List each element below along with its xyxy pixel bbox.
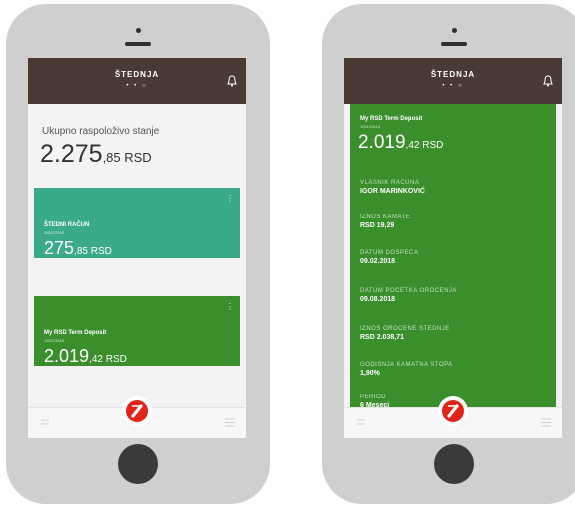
field-label: VLASNIK RAČUNA — [360, 180, 420, 186]
bottom-bar — [344, 396, 562, 438]
deposit-amount-decimal: ,42 RSD — [405, 140, 444, 151]
home-button[interactable] — [434, 444, 474, 484]
deposit-number: 195123818 — [360, 124, 381, 129]
field-value: IGOR MARINKOVIĆ — [360, 188, 425, 195]
bottom-bar — [28, 396, 246, 438]
field-value: RSD 2.038,71 — [360, 334, 404, 341]
app-header: ŠTEDNJA • • ○ — [28, 58, 246, 104]
camera-dot — [136, 28, 141, 33]
menu-icon[interactable] — [224, 418, 236, 427]
deposit-amount-integer: 2.019 — [358, 132, 406, 153]
card-amount-decimal: ,42 RSD — [89, 354, 127, 365]
field-value: RSD 19,29 — [360, 222, 395, 229]
card-amount-decimal: ,85 RSD — [74, 246, 112, 257]
field-value: 09.08.2018 — [360, 296, 396, 303]
screen-deposit-detail: ŠTEDNJA • • ○ My RSD Term Deposit 195123… — [344, 58, 562, 438]
field-label: DATUM DOSPEĆA — [360, 250, 419, 256]
field-value: 1,90% — [360, 370, 380, 377]
phone-frame-left: ŠTEDNJA • • ○ Ukupno raspoloživo stanje … — [6, 4, 270, 504]
page-indicator[interactable]: • • ○ — [344, 83, 562, 89]
card-number: 195123818 — [44, 338, 65, 343]
field-interest-rate: GODIŠNJA KAMATNA STOPA 1,90% — [360, 362, 453, 377]
total-balance-integer: 2.275 — [40, 140, 103, 168]
camera-dot — [452, 28, 457, 33]
deposit-title: My RSD Term Deposit — [360, 116, 423, 122]
field-interest-amount: IZNOS KAMATE RSD 19,29 — [360, 214, 410, 229]
menu-icon[interactable] — [540, 418, 552, 427]
page-indicator[interactable]: • • ○ — [28, 83, 246, 89]
card-title: ŠTEDNI RAČUN — [44, 222, 90, 228]
deposit-detail-card: My RSD Term Deposit 195123818 2.019,42 R… — [350, 104, 556, 409]
speaker-grille — [441, 42, 467, 46]
app-header: ŠTEDNJA • • ○ — [344, 58, 562, 104]
field-account-owner: VLASNIK RAČUNA IGOR MARINKOVIĆ — [360, 180, 425, 195]
app-title: ŠTEDNJA — [430, 70, 476, 79]
back-icon[interactable] — [356, 419, 366, 425]
total-balance-amount: 2.275,85 RSD — [40, 140, 152, 169]
card-number: 195137818 — [44, 230, 65, 235]
field-label: DATUM POČETKA OROČENJA — [360, 288, 457, 294]
field-label: GODIŠNJA KAMATNA STOPA — [360, 362, 453, 368]
field-deposit-amount: IZNOS OROČENE ŠTEDNJE RSD 2.038,71 — [360, 326, 450, 341]
unicredit-logo-icon[interactable] — [438, 396, 468, 426]
phone-frame-right: ŠTEDNJA • • ○ My RSD Term Deposit 195123… — [322, 4, 575, 504]
field-label: IZNOS OROČENE ŠTEDNJE — [360, 326, 450, 332]
deposit-amount: 2.019,42 RSD — [358, 132, 443, 154]
field-start-date: DATUM POČETKA OROČENJA 09.08.2018 — [360, 288, 457, 303]
total-balance-label: Ukupno raspoloživo stanje — [42, 126, 160, 137]
total-balance-decimal: ,85 RSD — [102, 150, 152, 165]
account-card-term-deposit[interactable]: ⋮ My RSD Term Deposit 195123818 2.019,42… — [34, 296, 240, 366]
home-button[interactable] — [118, 444, 158, 484]
speaker-grille — [125, 42, 151, 46]
card-amount: 275,85 RSD — [44, 238, 112, 259]
back-icon[interactable] — [40, 419, 50, 425]
card-menu-icon[interactable]: ⋮ — [226, 194, 234, 203]
screen-overview: ŠTEDNJA • • ○ Ukupno raspoloživo stanje … — [28, 58, 246, 438]
account-card-savings[interactable]: ⋮ ŠTEDNI RAČUN 195137818 275,85 RSD — [34, 188, 240, 258]
bell-icon[interactable] — [542, 75, 554, 87]
field-maturity-date: DATUM DOSPEĆA 09.02.2018 — [360, 250, 418, 265]
app-title: ŠTEDNJA — [114, 70, 160, 79]
bell-icon[interactable] — [226, 75, 238, 87]
card-menu-icon[interactable]: ⋮ — [226, 302, 234, 311]
card-title: My RSD Term Deposit — [44, 330, 107, 336]
card-amount: 2.019,42 RSD — [44, 346, 127, 367]
field-value: 09.02.2018 — [360, 258, 396, 265]
card-amount-integer: 2.019 — [44, 346, 90, 366]
unicredit-logo-icon[interactable] — [122, 396, 152, 426]
field-label: IZNOS KAMATE — [360, 214, 411, 220]
field-label: PERIOD — [360, 394, 387, 400]
card-amount-integer: 275 — [44, 238, 75, 258]
